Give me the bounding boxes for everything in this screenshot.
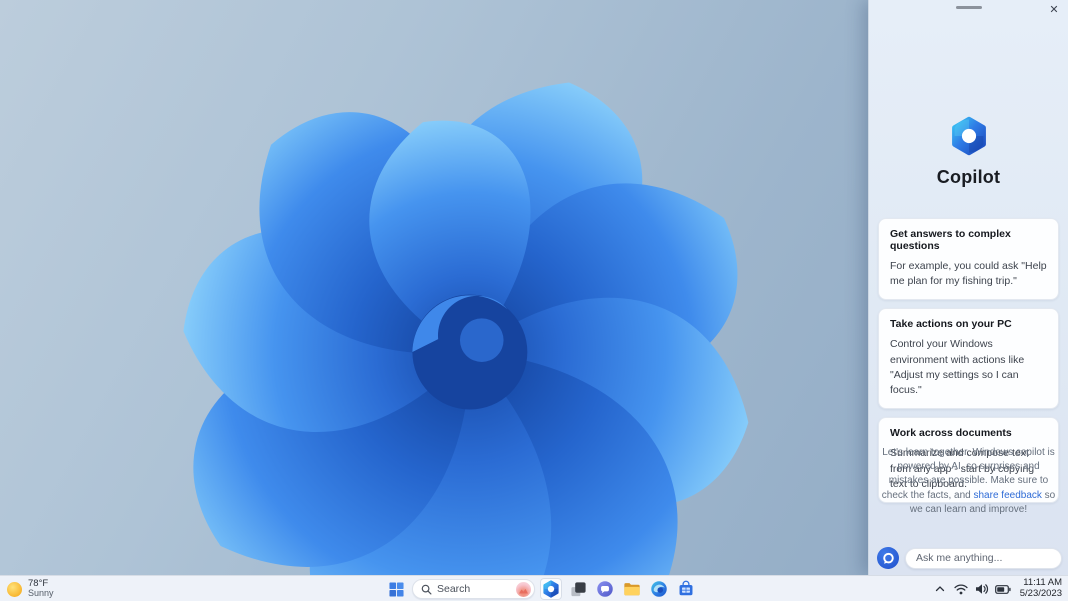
battery-indicator[interactable] (995, 581, 1012, 598)
taskbar: 78°F Sunny Search 11:11 AM 5/23/2023 (0, 575, 1068, 601)
start-button[interactable] (385, 578, 407, 600)
taskbar-chat-button[interactable] (594, 578, 616, 600)
card-complex-questions[interactable]: Get answers to complex questions For exa… (878, 218, 1059, 301)
taskbar-copilot-button[interactable] (540, 578, 562, 600)
weather-widget[interactable]: 78°F Sunny (7, 578, 54, 600)
chat-icon (597, 581, 613, 597)
search-highlights-icon (516, 581, 531, 597)
card-title: Take actions on your PC (890, 318, 1012, 331)
windows-bloom-wallpaper (183, 82, 749, 580)
search-placeholder: Search (437, 583, 471, 595)
copilot-panel: ✕ Copilot Get answers to complex questio… (868, 0, 1068, 575)
speaker-icon (976, 584, 989, 594)
taskbar-search-box[interactable]: Search (412, 579, 535, 599)
battery-icon (995, 584, 1011, 594)
taskbar-file-explorer-button[interactable] (621, 578, 643, 600)
weather-condition: Sunny (28, 588, 54, 599)
volume-indicator[interactable] (974, 581, 991, 598)
system-tray: 11:11 AM 5/23/2023 (932, 576, 1062, 601)
panel-title: Copilot (936, 167, 1001, 187)
hidden-icons-chevron[interactable] (932, 581, 949, 598)
share-feedback-link[interactable]: share feedback (974, 490, 1042, 501)
card-title: Get answers to complex questions (890, 228, 1011, 252)
card-body: Control your Windows environment with ac… (890, 338, 1025, 397)
copilot-icon (542, 580, 560, 598)
card-take-actions[interactable]: Take actions on your PC Control your Win… (878, 308, 1059, 410)
file-explorer-icon (624, 583, 640, 596)
panel-drag-handle[interactable] (955, 6, 982, 9)
search-icon (421, 584, 432, 594)
taskbar-store-button[interactable] (675, 578, 697, 600)
clock-date: 5/23/2023 (1019, 588, 1062, 599)
card-body: For example, you could ask "Help me plan… (890, 260, 1047, 288)
desktop: ✕ Copilot Get answers to complex questio… (0, 0, 1068, 601)
ai-disclaimer: Let's learn together. Windows copilot is… (881, 446, 1056, 517)
sunny-weather-icon (7, 581, 22, 597)
taskbar-center-apps: Search (385, 576, 697, 601)
taskbar-edge-button[interactable] (648, 578, 670, 600)
windows-logo-icon (388, 581, 404, 597)
chat-input-row (877, 547, 1062, 569)
copilot-chat-bubble-icon[interactable] (877, 547, 899, 569)
taskbar-task-view-button[interactable] (567, 578, 589, 600)
copilot-logo-icon (949, 116, 989, 156)
ask-me-anything-input[interactable] (905, 547, 1062, 569)
edge-icon (651, 581, 667, 597)
card-title: Work across documents (890, 427, 1012, 440)
task-view-icon (570, 581, 586, 596)
close-button[interactable]: ✕ (1046, 2, 1062, 18)
taskbar-clock[interactable]: 11:11 AM 5/23/2023 (1019, 577, 1062, 600)
wifi-indicator[interactable] (953, 581, 970, 598)
wifi-icon (954, 584, 968, 594)
chevron-up-icon (936, 586, 945, 592)
microsoft-store-icon (679, 580, 693, 596)
